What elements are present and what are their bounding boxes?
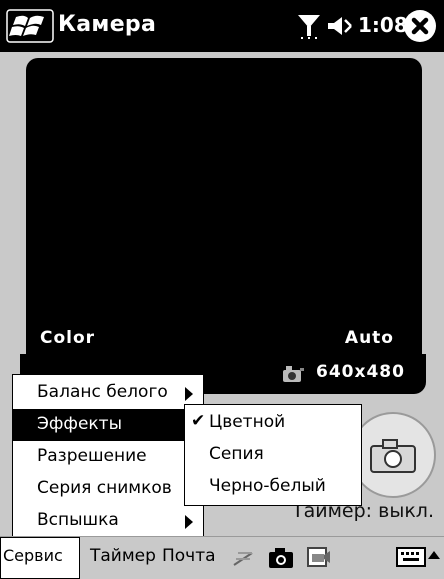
menu-item-label: Эффекты (37, 414, 122, 434)
clock[interactable]: 1:08 (358, 13, 408, 37)
camera-resolution-icon (283, 366, 304, 382)
timer-menu-button[interactable]: Таймер (90, 546, 156, 566)
menu-item-label: Разрешение (37, 446, 147, 466)
menu-item-effects[interactable]: Эффекты (13, 409, 203, 441)
signal-icon[interactable] (296, 12, 322, 40)
service-menu-button[interactable]: Сервис (0, 537, 80, 579)
app-title: Камера (58, 12, 157, 37)
menu-item-label: Вспышка (37, 510, 119, 530)
volume-icon[interactable] (326, 15, 354, 37)
checkmark-icon: ✔ (191, 411, 206, 431)
menu-item-white-balance[interactable]: Баланс белого (13, 377, 203, 409)
white-balance-indicator: Auto (344, 328, 394, 348)
title-bar: Камера 1:08 (0, 0, 444, 52)
menu-item-label: Серия снимков (37, 478, 172, 498)
menu-item-burst[interactable]: Серия снимков (13, 473, 203, 505)
menu-item-flash[interactable]: Вспышка (13, 505, 203, 537)
effect-option-sepia[interactable]: Сепия (185, 439, 361, 471)
keyboard-icon[interactable] (396, 545, 426, 569)
effects-submenu: ✔ Цветной Сепия Черно-белый (184, 404, 362, 506)
submenu-arrow-icon (185, 515, 193, 529)
effect-option-label: Черно-белый (209, 476, 326, 496)
resolution-indicator: 640x480 (316, 362, 405, 382)
effect-option-color[interactable]: ✔ Цветной (185, 407, 361, 439)
service-menu: Баланс белого Эффекты Разрешение Серия с… (12, 374, 204, 542)
windows-start-icon[interactable] (6, 9, 54, 43)
effect-option-label: Цветной (209, 412, 286, 432)
camera-icon[interactable] (268, 547, 294, 569)
camera-viewfinder[interactable]: Color Auto (26, 58, 422, 370)
mail-menu-button[interactable]: Почта (162, 546, 216, 566)
submenu-arrow-icon (185, 387, 193, 401)
effect-option-bw[interactable]: Черно-белый (185, 471, 361, 503)
service-menu-label: Сервис (3, 546, 63, 565)
wireless-icon[interactable] (232, 549, 254, 567)
video-icon[interactable] (306, 545, 332, 569)
effect-indicator: Color (40, 328, 96, 348)
effect-option-label: Сепия (209, 444, 264, 464)
shutter-button[interactable] (350, 412, 436, 498)
menu-item-label: Баланс белого (37, 382, 168, 402)
menu-item-resolution[interactable]: Разрешение (13, 441, 203, 473)
camera-icon (370, 439, 416, 473)
arrow-up-icon[interactable] (428, 551, 440, 559)
menu-bar: Сервис Таймер Почта (0, 536, 444, 579)
close-button[interactable] (404, 10, 436, 42)
close-icon (405, 11, 435, 41)
